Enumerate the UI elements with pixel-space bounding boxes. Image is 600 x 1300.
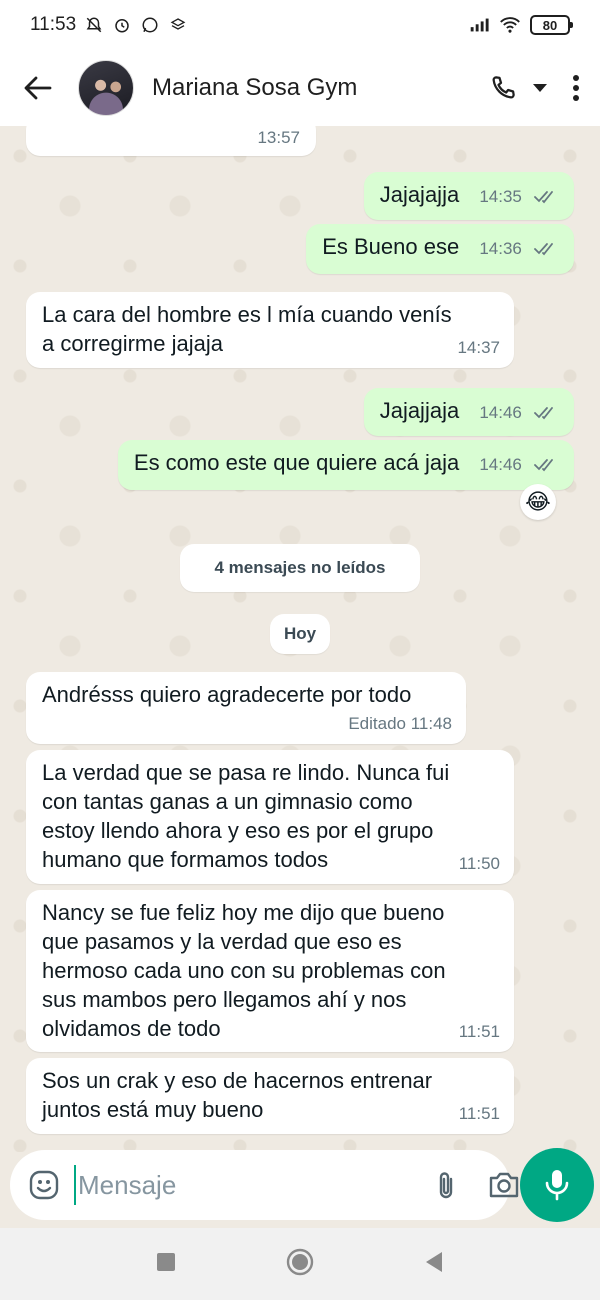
voice-record-button[interactable] [520, 1148, 594, 1222]
message-text: Jajajjaja [379, 398, 460, 423]
message-text: Jajajajja [379, 182, 460, 207]
message-bubble-incoming[interactable]: La cara del hombre es l mía cuando venís… [26, 292, 514, 368]
status-bar: 11:53 80 [0, 0, 600, 50]
back-arrow-icon[interactable] [20, 70, 56, 106]
contact-avatar[interactable] [78, 60, 134, 116]
message-text: La verdad que se pasa re lindo. Nunca fu… [42, 760, 450, 872]
message-time: 14:46 [479, 455, 522, 474]
message-text: Nancy se fue feliz hoy me dijo que bueno… [42, 900, 446, 1041]
phone-icon [492, 76, 515, 99]
emoji-icon[interactable] [28, 1169, 60, 1201]
message-text: La cara del hombre es l mía cuando venís… [42, 302, 452, 356]
read-double-check-icon [534, 398, 558, 427]
status-time: 11:53 [30, 14, 77, 35]
read-double-check-icon [534, 450, 558, 479]
more-options-icon[interactable] [572, 74, 580, 102]
message-input[interactable] [74, 1165, 413, 1205]
voice-call-button[interactable] [488, 73, 518, 103]
date-divider: Hoy [270, 614, 330, 654]
whatsapp-icon [140, 15, 160, 35]
message-bubble-incoming[interactable]: Sos un crak y eso de hacernos entrenar j… [26, 1058, 514, 1134]
message-time: 13:57 [257, 128, 300, 147]
home-circle-icon[interactable] [286, 1248, 314, 1281]
camera-icon[interactable] [487, 1170, 521, 1200]
read-double-check-icon [534, 234, 558, 263]
call-options-chevron-down-icon[interactable] [532, 82, 548, 94]
message-bubble-incoming[interactable]: Andrésss quiero agradecerte por todo Edi… [26, 672, 466, 744]
system-navigation-bar [0, 1228, 600, 1300]
message-bubble-outgoing[interactable]: Jajajajja 14:35 [363, 172, 574, 220]
alarm-icon [112, 15, 132, 35]
microphone-icon [545, 1170, 569, 1201]
message-time: 11:51 [458, 1022, 500, 1041]
message-text: Es Bueno ese [322, 234, 460, 259]
message-text: Sos un crak y eso de hacernos entrenar j… [42, 1068, 433, 1122]
message-time: 14:46 [479, 403, 522, 422]
mute-bell-icon [84, 15, 104, 35]
message-time: Editado 11:48 [348, 714, 452, 733]
message-time: 14:35 [479, 187, 522, 206]
message-time: 11:51 [458, 1104, 500, 1123]
message-bubble-incoming[interactable]: La verdad que se pasa re lindo. Nunca fu… [26, 750, 514, 884]
message-bubble-incoming[interactable]: Nancy se fue feliz hoy me dijo que bueno… [26, 890, 514, 1052]
message-composer [10, 1150, 519, 1220]
message-time: 14:37 [457, 338, 500, 357]
read-double-check-icon [534, 182, 558, 211]
message-time: 14:36 [479, 239, 522, 258]
contact-name[interactable]: Mariana Sosa Gym [152, 74, 357, 102]
message-text: Andrésss quiero agradecerte por todo [42, 682, 412, 707]
message-bubble-outgoing[interactable]: Es Bueno ese 14:36 [306, 224, 574, 274]
message-time: 11:50 [458, 854, 500, 873]
message-bubble-outgoing[interactable]: Es como este que quiere acá jaja 14:46 [117, 440, 574, 490]
signal-icon [470, 15, 490, 35]
attach-paperclip-icon[interactable] [433, 1169, 459, 1201]
reaction-emoji[interactable]: 😂 [520, 484, 556, 520]
message-bubble-incoming[interactable]: 13:57 [26, 126, 316, 156]
chat-header: Mariana Sosa Gym [0, 50, 600, 126]
chat-messages-area[interactable]: 13:57 Jajajajja 14:35 Es Bueno ese 14:36… [0, 126, 600, 1152]
unread-messages-divider: 4 mensajes no leídos [180, 544, 420, 592]
wifi-icon [500, 15, 520, 35]
message-bubble-outgoing[interactable]: Jajajjaja 14:46 [363, 388, 574, 436]
back-triangle-icon[interactable] [424, 1251, 444, 1278]
message-text: Es como este que quiere acá jaja [133, 450, 460, 475]
recents-square-icon[interactable] [156, 1252, 176, 1277]
battery-icon: 80 [530, 15, 573, 35]
stack-icon [168, 15, 188, 35]
